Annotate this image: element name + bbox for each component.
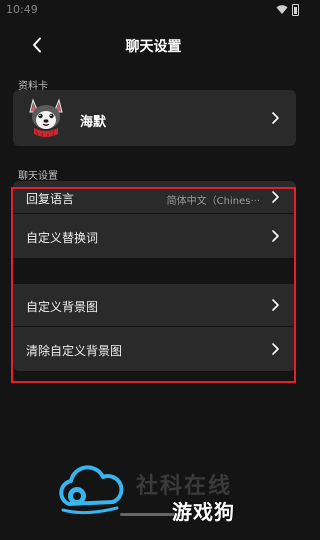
custom-background-label: 自定义背景图 (26, 300, 99, 314)
chat-section-label: 聊天设置 (18, 171, 58, 182)
status-time: 10:49 (6, 3, 38, 16)
chevron-right-icon (272, 343, 279, 355)
reply-language-value: 简体中文（Chines··· (166, 196, 260, 207)
clear-custom-background-row[interactable]: 清除自定义背景图 (13, 327, 296, 371)
wifi-icon (276, 5, 288, 14)
cloud-logo-icon (59, 465, 124, 515)
chevron-right-icon (272, 230, 279, 242)
husky-avatar (29, 98, 63, 139)
status-icons (276, 4, 299, 16)
custom-background-row[interactable]: 自定义背景图 (13, 284, 296, 326)
reply-language-label: 回复语言 (26, 192, 75, 206)
chevron-right-icon (272, 112, 279, 124)
page-title: 聊天设置 (125, 39, 182, 55)
header: 聊天设置 (0, 28, 307, 62)
battery-icon (292, 4, 299, 16)
profile-card[interactable]: 海默 (13, 90, 296, 146)
custom-replace-words-row[interactable]: 自定义替换词 (13, 214, 296, 258)
custom-replace-words-label: 自定义替换词 (26, 231, 99, 245)
chevron-right-icon (272, 299, 279, 311)
clear-custom-background-label: 清除自定义背景图 (26, 344, 123, 358)
reply-language-row[interactable]: 回复语言 简体中文（Chines··· (13, 181, 296, 213)
watermark-brand: 游戏狗 (172, 500, 235, 524)
chevron-right-icon (272, 191, 279, 203)
profile-name: 海默 (80, 115, 107, 130)
status-bar: 10:49 (0, 0, 307, 22)
